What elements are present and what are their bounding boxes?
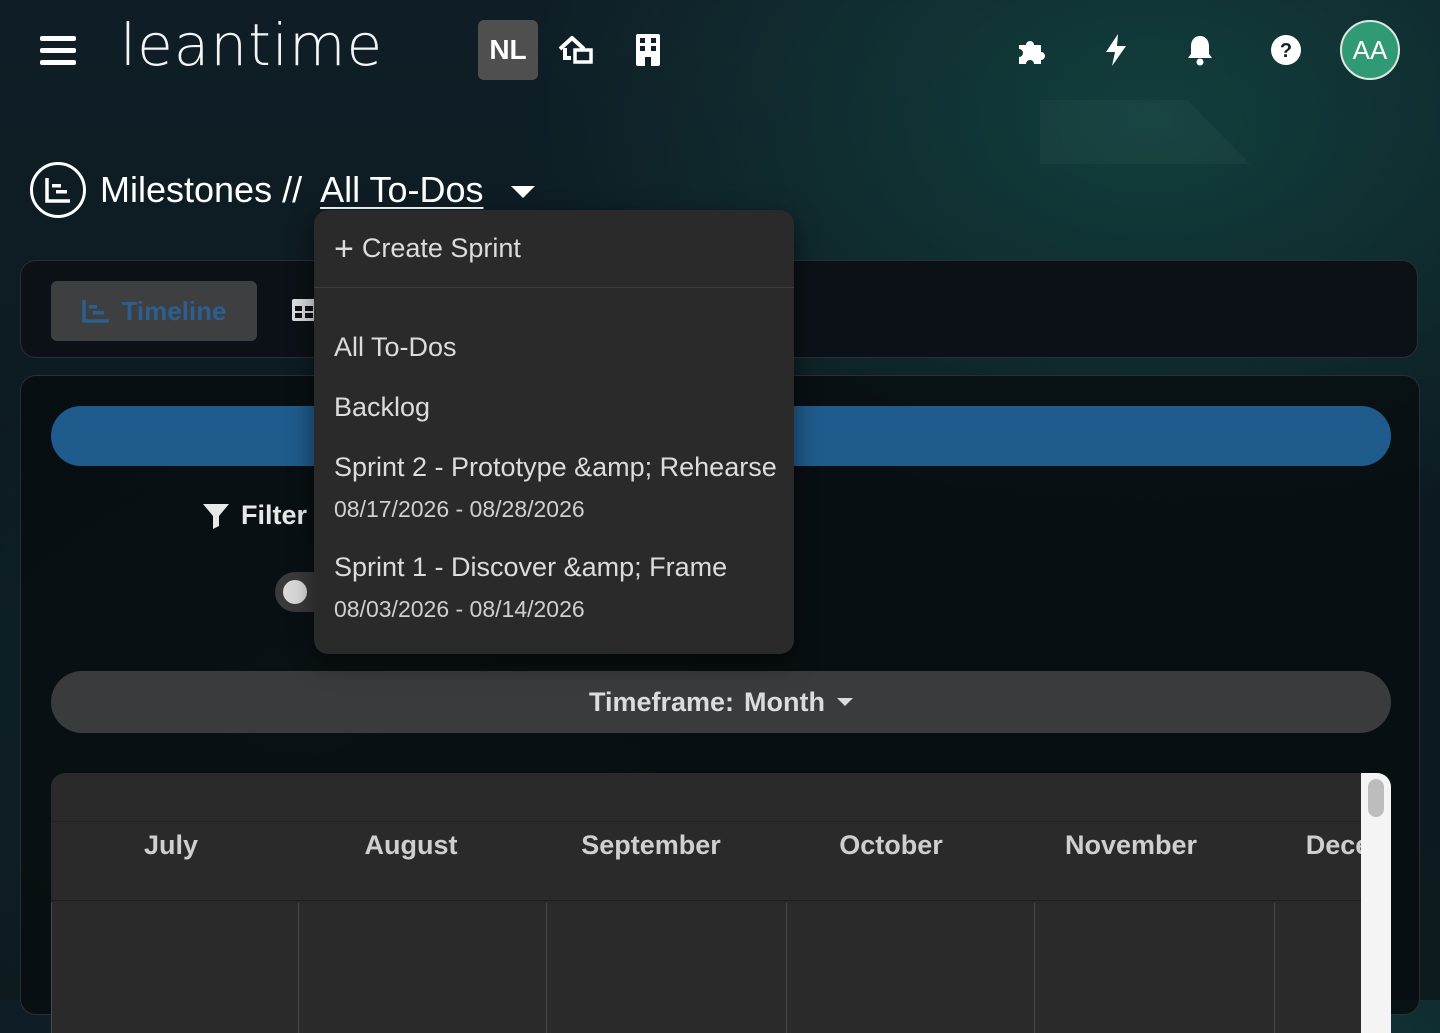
help-icon[interactable]: ? <box>1266 30 1306 70</box>
filter-label: Filter <box>241 500 308 530</box>
sprint-selector-link[interactable]: All To-Dos <box>320 169 491 211</box>
building-icon[interactable] <box>628 30 668 70</box>
sprint-1-dates: 08/03/2026 - 08/14/2026 <box>334 596 585 622</box>
leantime-logo[interactable]: leantime <box>120 10 383 80</box>
page-title: Milestones // <box>100 169 303 210</box>
filter-button[interactable]: Filter <box>201 500 307 531</box>
user-avatar[interactable]: AA <box>1340 20 1400 80</box>
column-divider <box>546 903 547 1033</box>
project-initials-button[interactable]: NL <box>478 20 538 80</box>
month-label: November <box>1064 830 1198 860</box>
chevron-down-icon[interactable] <box>511 186 536 198</box>
create-sprint-item[interactable]: + Create Sprint <box>314 210 794 288</box>
gantt-months-row: July August September October November D… <box>51 822 1391 901</box>
dropdown-item-all-todos[interactable]: All To-Dos <box>334 332 457 363</box>
top-header: leantime NL ? AA <box>0 0 1440 100</box>
column-divider <box>1034 903 1035 1033</box>
tab-timeline-label: Timeline <box>121 295 227 326</box>
svg-text:?: ? <box>1280 40 1292 62</box>
dropdown-item-sprint-1[interactable]: Sprint 1 - Discover &amp; Frame <box>334 552 727 583</box>
toggle-knob <box>283 580 307 604</box>
timeframe-selector[interactable]: Timeframe: Month <box>51 671 1391 733</box>
timeline-icon <box>30 162 86 218</box>
timeframe-value: Month <box>744 686 826 717</box>
bolt-icon[interactable] <box>1096 30 1136 70</box>
month-label: October <box>839 830 943 860</box>
scrollbar-thumb[interactable] <box>1368 779 1384 817</box>
timeframe-label: Timeframe: <box>588 686 735 717</box>
plus-icon: + <box>334 229 354 268</box>
gantt-header-top <box>51 773 1361 822</box>
month-label: July <box>143 830 199 860</box>
tab-timeline[interactable]: Timeline <box>51 281 257 341</box>
column-divider <box>51 903 52 1033</box>
create-sprint-label: Create Sprint <box>361 233 521 263</box>
background-shape <box>1040 100 1250 164</box>
sprint-2-dates: 08/17/2026 - 08/28/2026 <box>334 496 585 522</box>
column-divider <box>786 903 787 1033</box>
month-label: September <box>581 830 721 860</box>
filter-icon <box>203 503 229 529</box>
column-divider <box>1274 903 1275 1033</box>
gantt-chart: July August September October November D… <box>51 773 1391 1033</box>
vertical-scrollbar[interactable] <box>1361 773 1391 1033</box>
puzzle-icon[interactable] <box>1012 30 1052 70</box>
month-label: August <box>364 830 458 860</box>
home-icon[interactable] <box>556 30 596 70</box>
dropdown-item-backlog[interactable]: Backlog <box>334 392 430 423</box>
column-divider <box>298 903 299 1033</box>
timeline-tab-icon <box>82 300 110 323</box>
dropdown-item-sprint-2[interactable]: Sprint 2 - Prototype &amp; Rehearse <box>334 452 777 483</box>
chevron-down-icon <box>837 698 854 706</box>
sprint-dropdown-menu: + Create Sprint All To-Dos Backlog Sprin… <box>314 210 794 654</box>
menu-icon[interactable] <box>40 36 76 66</box>
bell-icon[interactable] <box>1180 30 1220 70</box>
